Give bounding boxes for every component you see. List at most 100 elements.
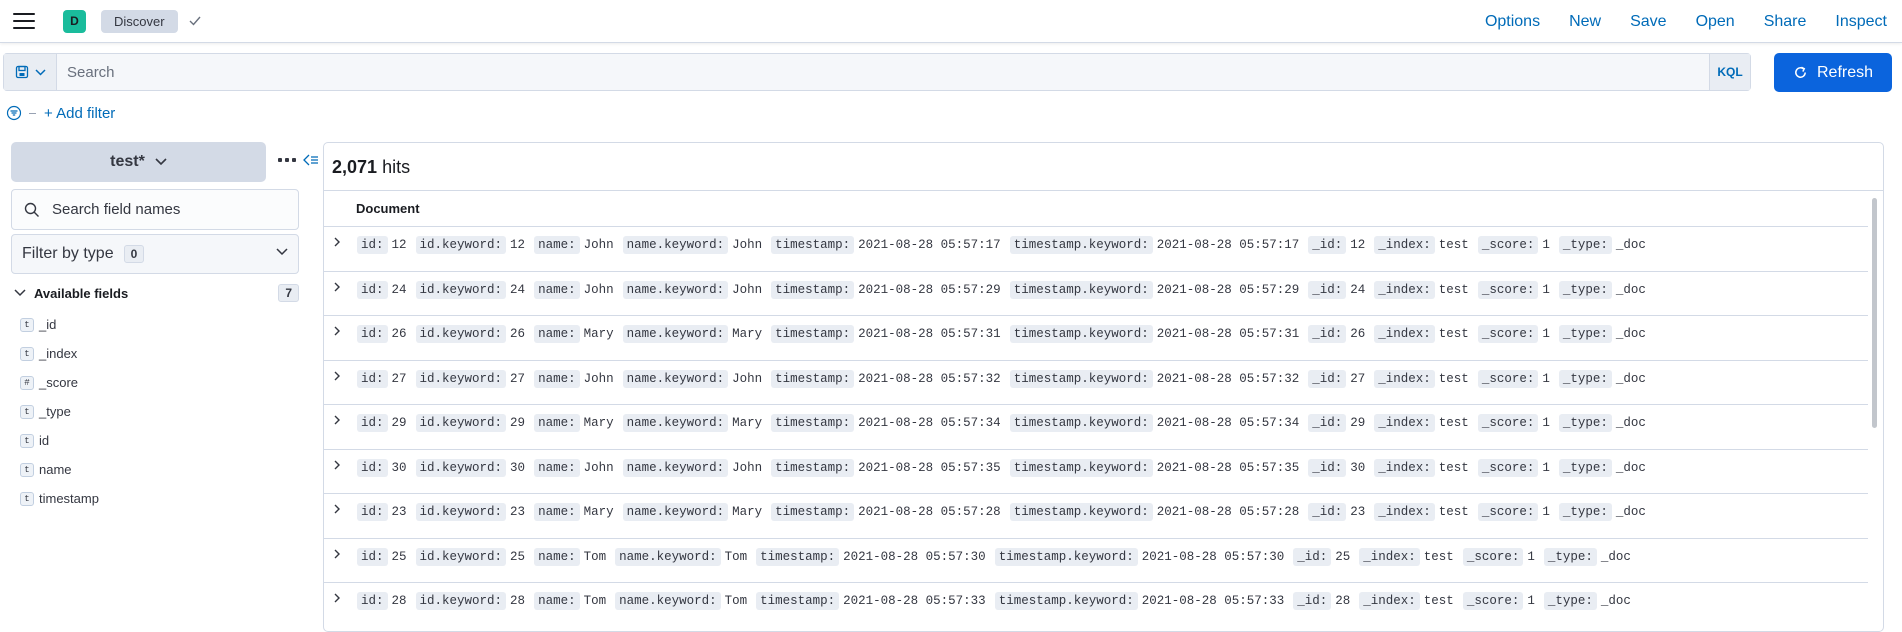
field-key: _type:	[1543, 547, 1597, 566]
document-summary: id: 28 id.keyword: 28 name: Tom name.keyword: T…	[357, 592, 1640, 610]
field-key: _index:	[1359, 547, 1420, 566]
field-item[interactable]: t name	[20, 455, 99, 484]
field-value: _doc	[1600, 549, 1631, 564]
search-icon	[24, 202, 39, 217]
document-summary: id: 12 id.keyword: 12 name: John name.keyword:…	[357, 236, 1655, 254]
save-icon	[15, 65, 28, 79]
field-value: Tom	[724, 549, 748, 564]
available-fields-toggle[interactable]: Available fields 7	[14, 282, 299, 304]
field-value: 24	[1350, 282, 1366, 297]
more-options-icon[interactable]	[278, 158, 296, 162]
field-value: 24	[391, 282, 407, 297]
chevron-right-icon[interactable]	[332, 459, 342, 471]
field-value: 2021-08-28 05:57:17	[858, 238, 1001, 252]
field-value: Mary	[732, 327, 763, 341]
refresh-button[interactable]: Refresh	[1774, 53, 1892, 92]
field-key: id.keyword:	[415, 458, 507, 477]
field-name: _index	[39, 346, 78, 361]
scrollbar[interactable]	[1872, 198, 1877, 428]
field-key: _score:	[1477, 280, 1539, 299]
nav-link-inspect[interactable]: Inspect	[1835, 13, 1887, 31]
field-key: timestamp:	[771, 414, 855, 432]
filter-by-type-label: Filter by type	[22, 245, 114, 262]
chevron-right-icon[interactable]	[332, 325, 342, 337]
nav-link-open[interactable]: Open	[1696, 13, 1735, 31]
field-key: _score:	[1477, 325, 1539, 343]
chevron-right-icon[interactable]	[332, 370, 342, 382]
field-key: name.keyword:	[622, 280, 729, 299]
saved-query-button[interactable]	[4, 54, 57, 90]
field-item[interactable]: # _score	[20, 368, 99, 397]
field-value: 26	[391, 327, 407, 341]
field-value: test	[1438, 416, 1469, 430]
chevron-right-icon[interactable]	[332, 592, 342, 604]
field-key: id:	[357, 325, 388, 343]
nav-link-share[interactable]: Share	[1764, 13, 1807, 31]
chevron-right-icon[interactable]	[332, 281, 342, 293]
field-key: id.keyword:	[415, 325, 507, 343]
field-key: timestamp.keyword:	[1009, 503, 1153, 521]
filter-icon[interactable]	[6, 105, 22, 121]
field-key: name.keyword:	[622, 369, 729, 388]
results-panel: 2,071 hits Document id: 12 id.keyword: 12 na…	[323, 142, 1884, 632]
field-key: timestamp:	[771, 503, 855, 521]
field-value: 28	[1335, 594, 1351, 608]
field-key: _index:	[1374, 369, 1435, 388]
field-key: name.keyword:	[622, 458, 729, 477]
field-key: timestamp:	[771, 458, 855, 477]
breadcrumb-discover[interactable]: Discover	[101, 9, 178, 33]
field-value: John	[732, 238, 763, 252]
field-value: Tom	[583, 594, 607, 608]
space-avatar[interactable]: D	[63, 9, 86, 33]
add-filter-button[interactable]: + Add filter	[44, 105, 115, 122]
field-key: timestamp.keyword:	[1009, 414, 1153, 432]
query-language-button[interactable]: KQL	[1709, 54, 1750, 90]
index-pattern-label: test*	[110, 153, 145, 170]
chevron-right-icon[interactable]	[332, 503, 342, 515]
table-row: id: 28 id.keyword: 28 name: Tom name.keyword: T…	[324, 582, 1868, 627]
field-value: 1	[1527, 594, 1535, 608]
field-key: timestamp:	[756, 592, 840, 610]
field-value: _doc	[1615, 416, 1646, 430]
field-value: 1	[1527, 549, 1535, 564]
field-search-input[interactable]	[52, 201, 292, 218]
field-value: _doc	[1615, 460, 1646, 475]
filter-by-type-button[interactable]: Filter by type 0	[11, 234, 299, 274]
field-item[interactable]: t id	[20, 426, 99, 455]
field-item[interactable]: t _id	[20, 310, 99, 339]
index-pattern-selector[interactable]: test*	[11, 142, 266, 182]
field-key: id:	[357, 547, 388, 566]
field-value: John	[732, 460, 763, 475]
nav-link-save[interactable]: Save	[1630, 13, 1666, 31]
nav-link-options[interactable]: Options	[1485, 13, 1540, 31]
field-key: _index:	[1374, 414, 1435, 432]
nav-link-new[interactable]: New	[1569, 13, 1601, 31]
chevron-right-icon[interactable]	[332, 414, 342, 426]
field-value: 2021-08-28 05:57:28	[858, 505, 1001, 519]
chevron-right-icon[interactable]	[332, 236, 342, 248]
field-value: 1	[1542, 416, 1550, 430]
field-key: id:	[357, 592, 388, 610]
field-name: id	[39, 433, 50, 448]
field-item[interactable]: t _type	[20, 397, 99, 426]
field-key: _score:	[1462, 592, 1524, 610]
field-key: _type:	[1558, 369, 1612, 388]
field-value: 12	[391, 238, 407, 252]
hamburger-icon[interactable]	[13, 13, 35, 29]
field-item[interactable]: t _index	[20, 339, 99, 368]
field-value: test	[1438, 460, 1469, 475]
table-row: id: 29 id.keyword: 29 name: Mary name.keyword:…	[324, 404, 1868, 449]
field-key: _index:	[1359, 592, 1420, 610]
collapse-sidebar-icon[interactable]	[303, 152, 319, 168]
chevron-right-icon[interactable]	[332, 548, 342, 560]
field-value: 29	[510, 416, 526, 430]
field-key: _type:	[1558, 280, 1612, 299]
field-value: 12	[1350, 238, 1366, 252]
field-key: id:	[357, 414, 388, 432]
field-key: timestamp:	[771, 280, 855, 299]
field-name: name	[39, 462, 72, 477]
search-input[interactable]	[57, 54, 1709, 90]
field-key: name:	[534, 503, 580, 521]
field-item[interactable]: t timestamp	[20, 484, 99, 513]
available-fields-count: 7	[278, 284, 299, 302]
